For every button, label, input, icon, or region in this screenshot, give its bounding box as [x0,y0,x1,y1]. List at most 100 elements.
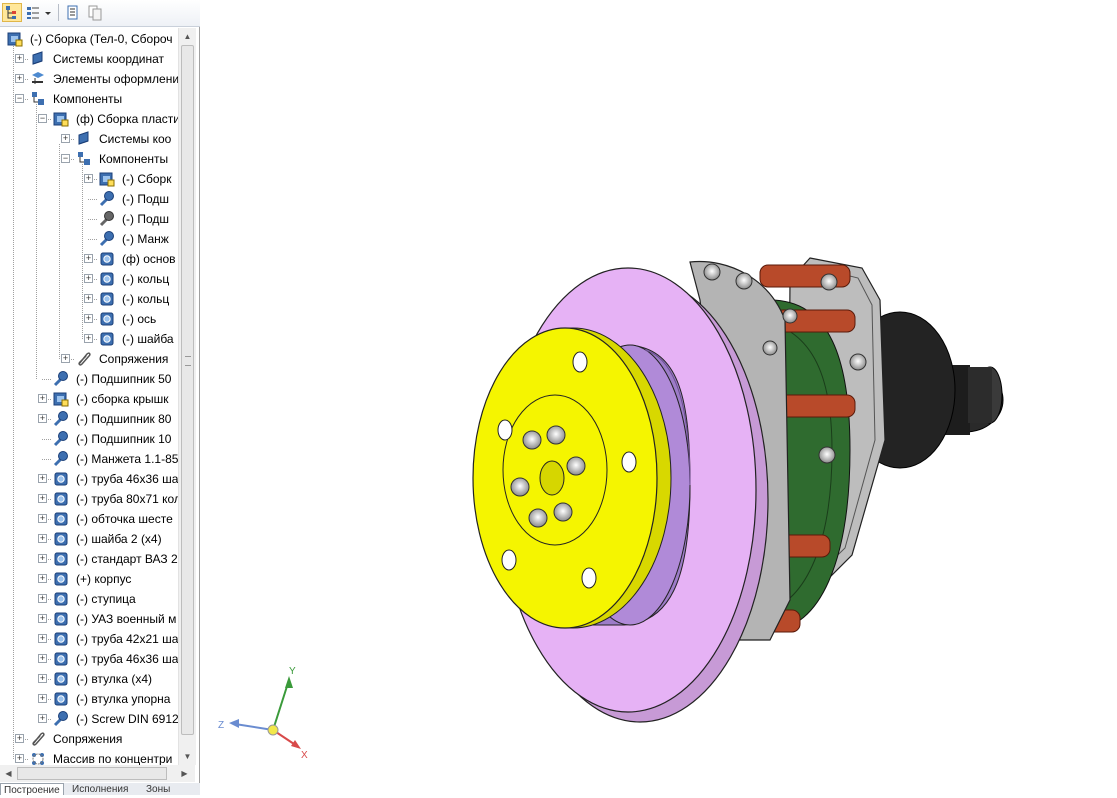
expand-icon[interactable]: + [38,554,47,563]
expand-icon[interactable]: + [84,274,93,283]
tree-item[interactable]: (-) Манжета 1.1-85 [0,449,178,469]
expand-icon[interactable]: + [38,714,47,723]
tree-item[interactable]: + (-) ступица [0,589,178,609]
tree-item[interactable]: (-) Манж [0,229,178,249]
tree-item[interactable]: + (-) УАЗ военный м [0,609,178,629]
horizontal-scroll-thumb[interactable] [17,767,167,780]
collapse-icon[interactable]: − [61,154,70,163]
scroll-right-arrow-icon[interactable]: ▶ [176,765,193,782]
expand-icon[interactable]: + [38,674,47,683]
tree-item-label: (+) корпус [76,572,132,586]
standard-part-gray-icon [99,211,114,227]
tab-zones[interactable]: Зоны [143,783,173,795]
tree-item-label: (-) ступица [76,592,136,606]
expand-icon[interactable]: + [38,654,47,663]
expand-icon[interactable]: + [84,334,93,343]
tree-item-label: Сопряжения [53,732,123,746]
expand-icon[interactable]: + [38,514,47,523]
tree-item[interactable]: + (-) кольц [0,269,178,289]
vertical-scroll-thumb[interactable] [181,45,194,735]
tree-item[interactable]: + Системы координат [0,49,178,69]
tree-item[interactable]: + (-) ось [0,309,178,329]
expand-icon[interactable]: + [38,594,47,603]
tree-item[interactable]: + (-) втулка упорна [0,689,178,709]
list-view-button[interactable] [24,3,54,22]
scroll-left-arrow-icon[interactable]: ◀ [0,765,17,782]
tree-item[interactable]: + (-) кольц [0,289,178,309]
expand-icon[interactable]: + [84,314,93,323]
tree-item[interactable]: + Элементы оформлени [0,69,178,89]
expand-icon[interactable]: + [38,534,47,543]
tree-item[interactable]: − Компоненты [0,89,178,109]
tree-horizontal-scrollbar[interactable]: ◀ ▶ [0,765,195,782]
panel-tabs: Построение Исполнения Зоны [0,783,200,795]
expand-icon[interactable]: + [38,574,47,583]
tree-item-label: (-) Подшипник 10 [76,432,172,446]
tree-item-label: Системы коо [99,132,172,146]
tree-vertical-scrollbar[interactable]: ▲ ▼ [178,28,196,765]
tree-item[interactable]: − (ф) Сборка пласти [0,109,178,129]
expand-icon[interactable]: + [84,254,93,263]
expand-icon[interactable]: + [38,614,47,623]
tree-item[interactable]: + (ф) основ [0,249,178,269]
tree-item[interactable]: + (-) Подшипник 80 [0,409,178,429]
expand-icon[interactable]: + [38,694,47,703]
standard-part-icon [99,191,114,207]
tree-item[interactable]: + (-) Сборк [0,169,178,189]
scroll-up-arrow-icon[interactable]: ▲ [179,28,196,45]
tree-item[interactable]: + (-) стандарт ВАЗ 2 [0,549,178,569]
tree-item[interactable]: + (-) шайба [0,329,178,349]
scroll-down-arrow-icon[interactable]: ▼ [179,748,196,765]
expand-icon[interactable]: + [15,734,24,743]
expand-icon[interactable]: + [61,354,70,363]
collapse-icon[interactable]: − [15,94,24,103]
model-viewport[interactable]: Y Z X [201,0,1117,795]
part-icon [54,632,68,646]
tree-item-label: (-) Подшипник 80 [76,412,172,426]
expand-icon[interactable]: + [84,174,93,183]
copy-button[interactable] [85,3,105,22]
tree-item[interactable]: + Системы коо [0,129,178,149]
tree-item[interactable]: (-) Подшипник 10 [0,429,178,449]
tree-item[interactable]: + (-) сборка крышк [0,389,178,409]
tree-item[interactable]: + (-) Screw DIN 6912 [0,709,178,729]
tree-root-item[interactable]: (-) Сборка (Тел-0, Сбороч [0,29,178,49]
part-icon [100,272,114,286]
tree-item[interactable]: + (-) труба 46х36 ша [0,649,178,669]
tree-item-label: (-) втулка (х4) [76,672,152,686]
expand-icon[interactable]: + [84,294,93,303]
expand-icon[interactable]: + [38,474,47,483]
tree-item-label: (ф) основ [122,252,176,266]
tree-item[interactable]: + Сопряжения [0,729,178,749]
tree-item[interactable]: (-) Подшипник 50 [0,369,178,389]
tree-item[interactable]: + (-) обточка шесте [0,509,178,529]
tree-item[interactable]: + (-) втулка (х4) [0,669,178,689]
expand-icon[interactable]: + [38,414,47,423]
yellow-hub-flange [472,327,672,629]
tree-item[interactable]: + (+) корпус [0,569,178,589]
coordinate-system-icon [78,131,89,145]
expand-icon[interactable]: + [15,754,24,763]
tree-item[interactable]: (-) Подш [0,189,178,209]
tree-item[interactable]: + (-) труба 42х21 ша [0,629,178,649]
tab-build[interactable]: Построение [0,783,64,795]
tree-item[interactable]: − Компоненты [0,149,178,169]
part-icon [54,672,68,686]
tree-view-button[interactable] [2,3,22,22]
expand-icon[interactable]: + [15,74,24,83]
expand-icon[interactable]: + [38,634,47,643]
tree-item[interactable]: + (-) труба 46х36 ша [0,469,178,489]
tree-item[interactable]: + (-) шайба 2 (х4) [0,529,178,549]
document-button[interactable] [62,3,82,22]
collapse-icon[interactable]: − [38,114,47,123]
tree-item[interactable]: + (-) труба 80х71 кол [0,489,178,509]
expand-icon[interactable]: + [38,394,47,403]
list-view-icon [27,7,51,19]
expand-icon[interactable]: + [15,54,24,63]
tree-item[interactable]: + Сопряжения [0,349,178,369]
expand-icon[interactable]: + [38,494,47,503]
expand-icon[interactable]: + [61,134,70,143]
tab-configurations[interactable]: Исполнения [69,783,131,795]
part-icon [54,512,68,526]
tree-item[interactable]: (-) Подш [0,209,178,229]
